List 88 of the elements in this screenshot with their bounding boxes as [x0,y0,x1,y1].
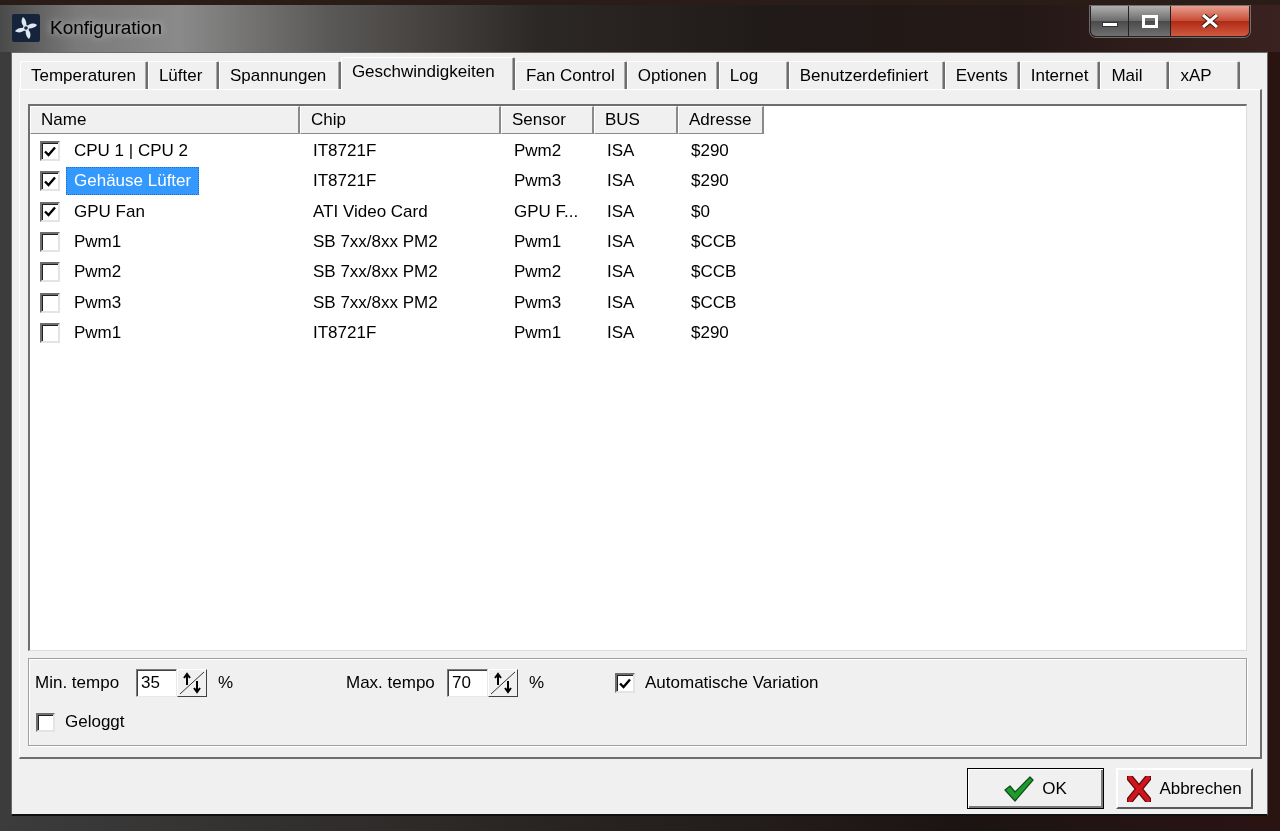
fan-icon [12,14,40,42]
checkbox[interactable] [40,201,60,222]
item-name[interactable]: Pwm3 [66,288,130,317]
minimize-icon [1101,21,1118,27]
tab[interactable]: Internet [1019,61,1101,89]
table-cell: SB 7xx/8xx PM2 [313,262,438,283]
checkbox[interactable] [40,262,60,283]
table-cell: ISA [607,171,635,192]
cancel-button[interactable]: Abbrechen [1116,768,1253,809]
checkbox-label: Automatische Variation [645,673,819,693]
tab[interactable]: Optionen [626,61,719,89]
spin-arrows-icon [179,671,205,695]
table-cell: Pwm2 [514,262,562,283]
table-cell: $290 [691,171,729,192]
tab[interactable]: Benutzerdefiniert [788,61,945,89]
unit-label: % [218,673,234,693]
table-cell: IT8721F [313,322,377,343]
number-field[interactable]: 70 [447,669,488,697]
tab[interactable]: Geschwindigkeiten [340,57,515,90]
spin-arrows-icon [490,671,516,695]
window-title: Konfiguration [50,17,162,39]
tab[interactable]: Fan Control [514,61,627,89]
item-name[interactable]: CPU 1 | CPU 2 [66,137,196,166]
minimize-button[interactable] [1091,6,1129,36]
cross-icon [1127,775,1152,802]
item-name[interactable]: Pwm1 [66,228,130,257]
tab[interactable]: Spannungen [218,61,341,89]
tab[interactable]: Mail [1100,61,1170,89]
table-cell: ISA [607,141,635,162]
close-button[interactable] [1171,6,1249,36]
table-cell: $CCB [691,292,737,313]
spin-button[interactable] [488,669,518,697]
table-cell: $290 [691,141,729,162]
table-cell: ISA [607,292,635,313]
checkbox[interactable] [615,673,635,693]
checkbox[interactable] [40,141,60,162]
column-header[interactable]: Adresse [678,106,764,134]
column-header[interactable]: Chip [300,106,501,134]
tab[interactable]: Log [718,61,789,89]
checkbox-label: Geloggt [65,712,125,732]
checkmark-icon [44,175,56,187]
checkbox[interactable] [40,292,60,313]
table-cell: Pwm1 [514,322,562,343]
column-header[interactable]: Name [30,106,300,134]
maximize-button[interactable] [1129,6,1171,36]
checkmark-icon [44,145,56,157]
checkbox[interactable] [36,712,55,732]
maximize-icon [1141,14,1158,28]
tab[interactable]: Lüfter [147,61,219,89]
checkbox[interactable] [40,171,60,192]
ok-button[interactable]: OK [967,768,1104,809]
table-cell: $CCB [691,262,737,283]
table-cell: SB 7xx/8xx PM2 [313,232,438,253]
close-icon [1201,14,1219,28]
table-cell: Pwm2 [514,141,562,162]
table-cell: ISA [607,201,635,222]
column-header[interactable]: BUS [594,106,678,134]
table-cell: IT8721F [313,171,377,192]
spin-button[interactable] [177,669,207,697]
checkmark-icon [619,677,631,689]
table-cell: Pwm1 [514,232,562,253]
table-cell: Pwm3 [514,292,562,313]
column-header[interactable]: Sensor [501,106,594,134]
table-cell: ISA [607,262,635,283]
table-cell: ATI Video Card [313,201,428,222]
tab[interactable]: xAP [1169,61,1241,89]
item-name[interactable]: Pwm1 [66,318,130,347]
table-cell: $0 [691,201,710,222]
checkmark-icon [44,206,56,218]
table-cell: ISA [607,322,635,343]
table-cell: ISA [607,232,635,253]
unit-label: % [529,673,545,693]
number-field[interactable]: 35 [136,669,177,697]
table-cell: $290 [691,322,729,343]
checkbox[interactable] [40,232,60,253]
table-cell: $CCB [691,232,737,253]
table-cell: IT8721F [313,141,377,162]
item-name[interactable]: GPU Fan [66,197,153,226]
table-cell: Pwm3 [514,171,562,192]
checkbox[interactable] [40,322,60,343]
tab[interactable]: Events [944,61,1020,89]
item-name[interactable]: Pwm2 [66,258,130,287]
table-cell: GPU F... [514,201,579,222]
checkmark-icon [1004,775,1035,802]
field-label: Max. tempo [346,673,436,693]
field-label: Min. tempo [35,673,121,693]
tab[interactable]: Temperaturen [20,61,148,89]
table-cell: SB 7xx/8xx PM2 [313,292,438,313]
